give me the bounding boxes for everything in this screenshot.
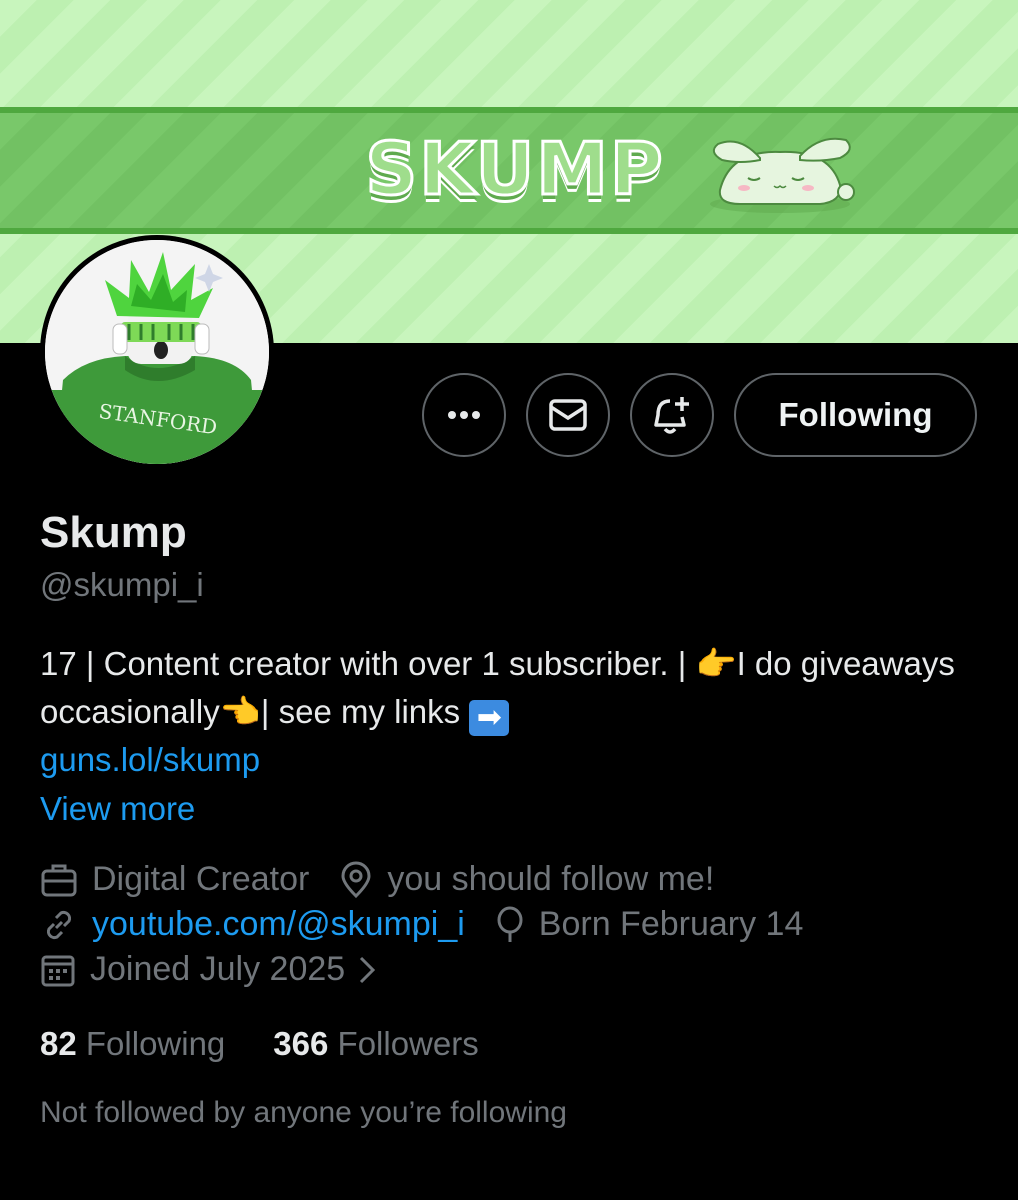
- birthday-item: Born February 14: [495, 905, 804, 944]
- banner-title: SKUMP: [364, 126, 665, 213]
- followers-label: Followers: [337, 1025, 479, 1062]
- more-button[interactable]: [422, 373, 506, 457]
- website-link[interactable]: youtube.com/@skumpi_i: [92, 905, 465, 944]
- following-button[interactable]: Following: [734, 373, 977, 457]
- right-arrow-emoji: ➡: [469, 700, 510, 736]
- follow-stats: 82 Following 366 Followers: [40, 1025, 527, 1063]
- pointing-left-emoji: 👈: [219, 692, 261, 731]
- calendar-icon: [41, 955, 75, 986]
- message-button[interactable]: [526, 373, 610, 457]
- bunny-illustration: [710, 137, 855, 213]
- bio-text-1: 17 | Content creator with over 1 subscri…: [40, 645, 696, 682]
- avatar[interactable]: STANFORD: [40, 235, 274, 469]
- link-icon: [46, 910, 72, 939]
- bio-text-3: | see my links: [260, 693, 470, 730]
- pointing-right-emoji: 👉: [695, 644, 737, 683]
- website-item[interactable]: youtube.com/@skumpi_i: [40, 905, 465, 944]
- meta-row-3: Joined July 2025: [40, 950, 409, 989]
- more-icon: [448, 411, 480, 419]
- birthday-text: Born February 14: [538, 905, 804, 943]
- joined-text: Joined July 2025: [90, 950, 346, 988]
- location-pin-icon: [341, 861, 371, 898]
- following-label: Following: [85, 1025, 226, 1062]
- location-item: you should follow me!: [339, 860, 714, 899]
- mail-icon: [549, 399, 587, 431]
- balloon-icon: [497, 906, 523, 942]
- joined-item[interactable]: Joined July 2025: [40, 950, 379, 989]
- avatar-image: STANFORD: [45, 240, 269, 464]
- category-text: Digital Creator: [92, 860, 310, 898]
- meta-row-1: Digital Creator you should follow me!: [40, 860, 744, 899]
- followers-count: 366: [273, 1025, 329, 1062]
- bell-plus-icon: [654, 397, 689, 434]
- following-stat[interactable]: 82 Following: [40, 1025, 225, 1063]
- notifications-button[interactable]: [630, 373, 714, 457]
- meta-row-2: youtube.com/@skumpi_i Born February 14: [40, 905, 833, 944]
- followers-stat[interactable]: 366 Followers: [273, 1025, 478, 1063]
- location-text: you should follow me!: [387, 860, 715, 898]
- view-more-link[interactable]: View more: [40, 790, 195, 828]
- bio-link[interactable]: guns.lol/skump: [40, 741, 260, 778]
- handle: @skumpi_i: [40, 566, 204, 603]
- bio: 17 | Content creator with over 1 subscri…: [40, 640, 1000, 784]
- briefcase-icon: [41, 864, 77, 896]
- category-item: Digital Creator: [40, 860, 309, 899]
- following-count: 82: [40, 1025, 77, 1062]
- chevron-right-icon: [360, 956, 376, 983]
- display-name: Skump: [40, 508, 187, 557]
- social-context: Not followed by anyone you’re following: [40, 1096, 567, 1129]
